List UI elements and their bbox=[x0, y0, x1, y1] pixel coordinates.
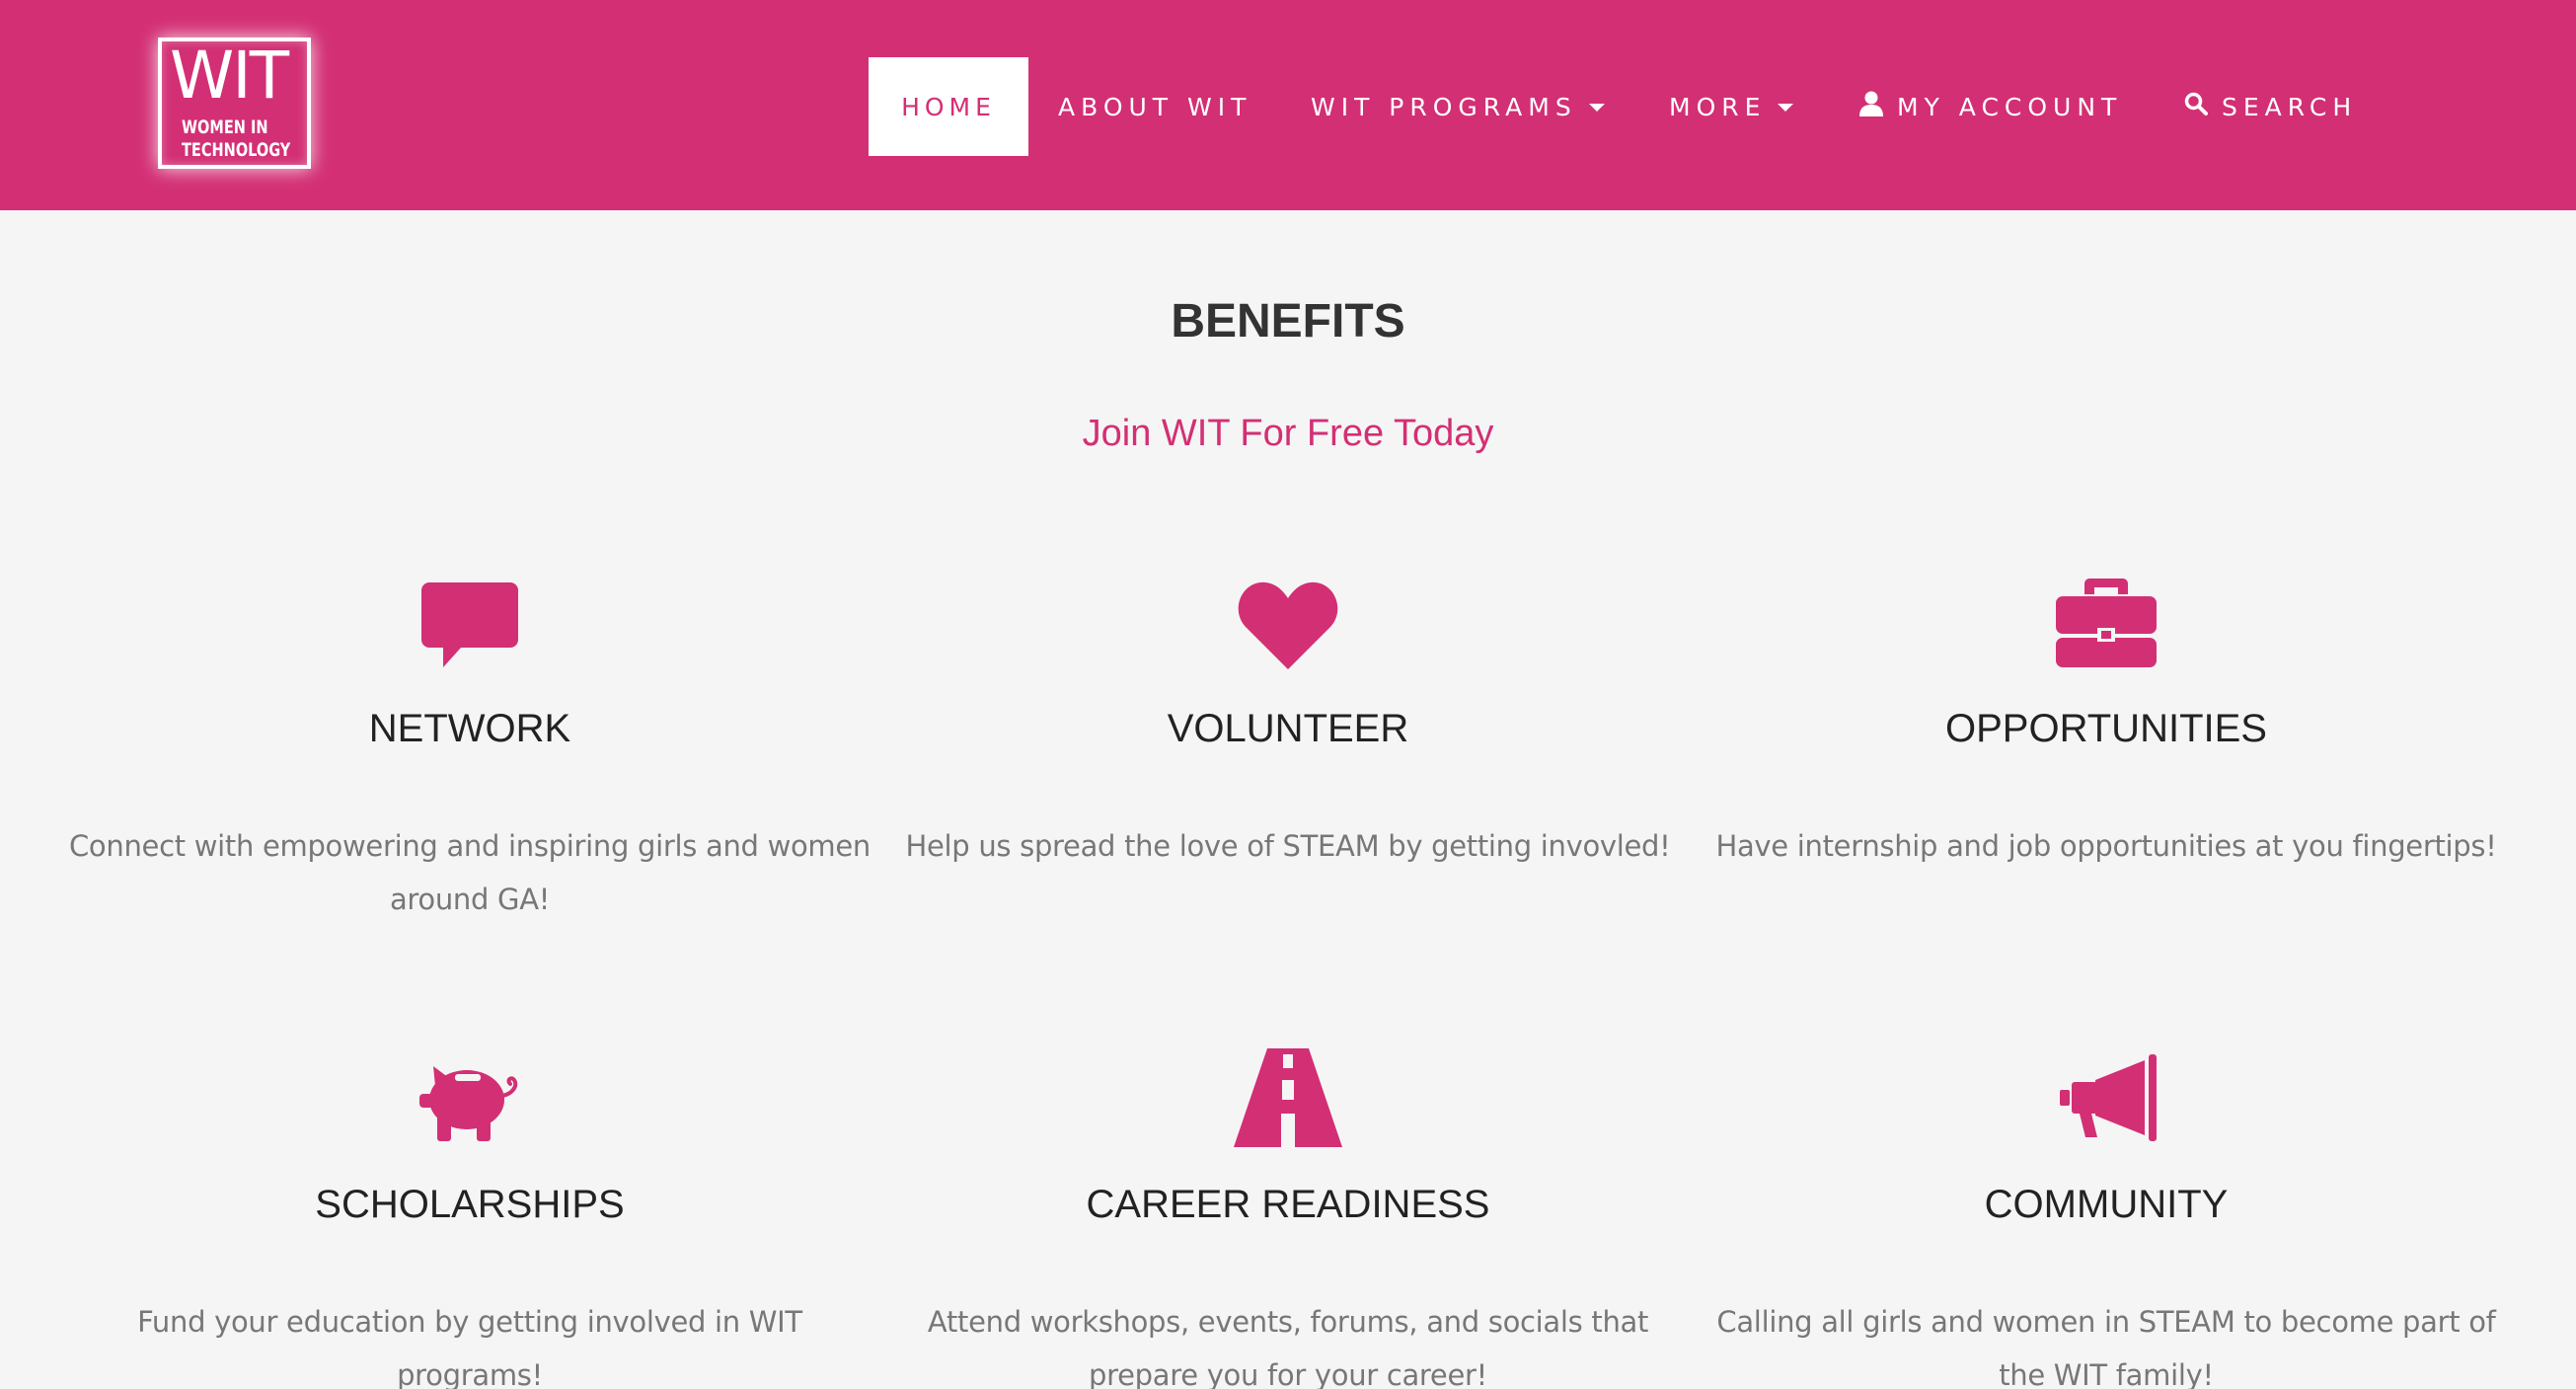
road-icon bbox=[1234, 1044, 1342, 1153]
benefit-description: Have internship and job opportunities at… bbox=[1715, 829, 2497, 863]
logo-subtitle: WOMEN IN TECHNOLOGY bbox=[182, 116, 291, 161]
nav-account-label: MY ACCOUNT bbox=[1897, 92, 2123, 121]
benefit-description: Fund your education by getting involved … bbox=[137, 1305, 802, 1389]
nav-my-account[interactable]: MY ACCOUNT bbox=[1859, 57, 2122, 156]
benefit-description: Help us spread the love of STEAM by gett… bbox=[905, 829, 1671, 863]
nav-wit-programs[interactable]: WIT PROGRAMS bbox=[1311, 57, 1605, 156]
search-icon bbox=[2184, 92, 2208, 121]
nav-more[interactable]: MORE bbox=[1669, 57, 1794, 156]
nav-search-label: SEARCH bbox=[2222, 92, 2358, 121]
nav-home-label: HOME bbox=[901, 92, 996, 121]
piggy-bank-icon bbox=[416, 1044, 524, 1153]
site-header: WIT WOMEN IN TECHNOLOGY HOME ABOUT WIT W… bbox=[0, 0, 2576, 210]
benefit-description: Connect with empowering and inspiring gi… bbox=[68, 829, 871, 916]
nav-search[interactable]: SEARCH bbox=[2184, 57, 2357, 156]
nav-about-label: ABOUT WIT bbox=[1058, 92, 1252, 121]
megaphone-icon bbox=[2052, 1044, 2160, 1153]
benefit-title: VOLUNTEER bbox=[1167, 707, 1409, 750]
benefit-title: CAREER READINESS bbox=[1086, 1183, 1490, 1226]
speech-bubble-icon bbox=[416, 573, 524, 681]
logo-title: WIT bbox=[170, 38, 289, 114]
benefit-description: Attend workshops, events, forums, and so… bbox=[927, 1305, 1649, 1389]
nav-home[interactable]: HOME bbox=[869, 57, 1028, 156]
wit-logo[interactable]: WIT WOMEN IN TECHNOLOGY bbox=[158, 38, 311, 169]
heart-icon bbox=[1234, 573, 1342, 681]
section-title: BENEFITS bbox=[1171, 295, 1405, 347]
briefcase-icon bbox=[2052, 573, 2160, 681]
nav-programs-label: WIT PROGRAMS bbox=[1311, 92, 1577, 121]
nav-more-label: MORE bbox=[1669, 92, 1767, 121]
nav-about-wit[interactable]: ABOUT WIT bbox=[1058, 57, 1251, 156]
user-icon bbox=[1859, 91, 1883, 122]
chevron-down-icon bbox=[1778, 104, 1794, 112]
benefit-title: COMMUNITY bbox=[1984, 1183, 2229, 1226]
benefit-title: SCHOLARSHIPS bbox=[315, 1183, 625, 1226]
join-wit-link[interactable]: Join WIT For Free Today bbox=[0, 413, 2576, 455]
benefit-description: Calling all girls and women in STEAM to … bbox=[1716, 1305, 2496, 1389]
chevron-down-icon bbox=[1588, 104, 1605, 112]
benefit-title: NETWORK bbox=[368, 707, 571, 750]
benefit-title: OPPORTUNITIES bbox=[1945, 707, 2267, 750]
